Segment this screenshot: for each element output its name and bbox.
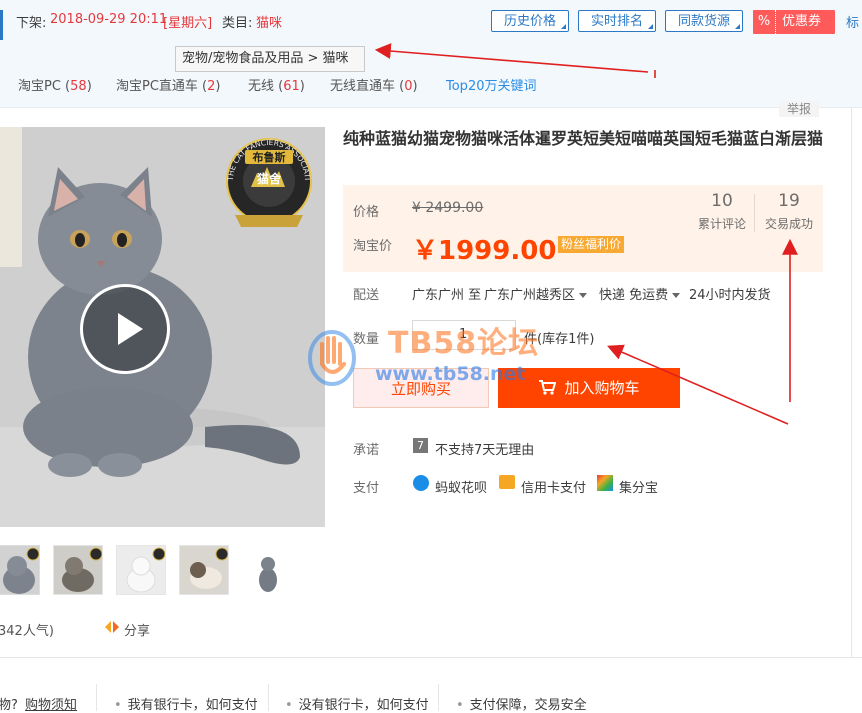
footer-link-payment-security[interactable]: • 支付保障，交易安全 [456, 694, 587, 713]
footer-separator [96, 684, 97, 711]
same-source-button[interactable]: 同款货源 [665, 10, 743, 32]
video-play-button[interactable] [80, 284, 170, 374]
chevron-down-icon [672, 293, 681, 298]
stat-wireless-ztc[interactable]: 无线直通车 (0) [330, 75, 418, 94]
left-accent-bar [0, 10, 3, 40]
delivery-to-select[interactable]: 广东广州越秀区 [484, 284, 588, 303]
badge-name-line2: 猫舍 [257, 171, 282, 186]
share-link[interactable]: 分享 [124, 620, 150, 639]
footer-link-without-card[interactable]: • 没有银行卡，如何支付 [285, 694, 429, 713]
cattery-badge: THE CAT FANCIERS'ASSOCIATION 布鲁斯 猫舍 [218, 130, 321, 232]
thumbnail-3[interactable] [116, 545, 166, 595]
footer-separator [268, 684, 269, 711]
jifenbao-icon [597, 475, 613, 491]
thumbnail-1[interactable] [0, 545, 40, 595]
history-price-button[interactable]: 历史价格 [491, 10, 569, 32]
stats-divider [754, 194, 755, 232]
delist-time: 2018-09-29 20:11 [50, 12, 168, 27]
stat-taobao-pc-ztc[interactable]: 淘宝PC直通车 (2) [116, 75, 221, 94]
price-label: 价格 [353, 205, 380, 220]
promise-text: 不支持7天无理由 [435, 443, 535, 458]
product-title: 纯种蓝猫幼猫宠物猫咪活体暹罗英短美短喵喵英国短毛猫蓝白渐层猫 [343, 129, 824, 148]
coupon-button[interactable]: % 优惠券 [753, 10, 835, 34]
stat-wireless[interactable]: 无线 (61) [248, 75, 305, 94]
footer-text-clipped: 物? [0, 698, 18, 713]
delist-day: [星期六] [163, 16, 213, 31]
sales-label[interactable]: 交易成功 [759, 215, 819, 232]
cattery-seal-icon: THE CAT FANCIERS'ASSOCIATION 布鲁斯 猫舍 [218, 130, 312, 227]
delivery-from: 广东广州 至 [412, 288, 482, 303]
watermark-hand-icon [308, 324, 356, 386]
quantity-label: 数量 [353, 332, 380, 347]
footer-separator [438, 684, 439, 711]
footer-divider [0, 657, 862, 658]
realtime-rank-button[interactable]: 实时排名 [578, 10, 656, 32]
add-cart-label: 加入购物车 [564, 379, 640, 397]
huabei-icon [413, 475, 429, 491]
footer-link-purchase-notice[interactable]: 购物须知 [25, 694, 77, 713]
thumbnail-4[interactable] [179, 545, 229, 595]
toolbar-edge-label[interactable]: 标 [846, 12, 859, 31]
taobao-price-label: 淘宝价 [353, 239, 393, 254]
top20-keywords-link[interactable]: Top20万关键词 [446, 75, 536, 94]
toolbar-divider [0, 107, 862, 108]
popularity-count: 342人气) [0, 624, 54, 639]
current-price: ￥1999.00 [412, 236, 557, 266]
payment-huabei[interactable]: 蚂蚁花呗 [435, 477, 487, 496]
delivery-label: 配送 [353, 288, 380, 303]
category-tooltip: 宠物/宠物食品及用品 > 猫咪 [175, 46, 365, 72]
play-icon [118, 313, 143, 345]
payment-credit-card[interactable]: 信用卡支付 [521, 477, 586, 496]
promise-label: 承诺 [353, 443, 380, 458]
category-value[interactable]: 猫咪 [256, 12, 282, 31]
share-icon[interactable] [104, 620, 120, 634]
percent-icon: % [753, 10, 776, 34]
watermark-url: www.tb58.net [375, 363, 526, 385]
footer-link-with-card[interactable]: • 我有银行卡，如何支付 [114, 694, 258, 713]
cart-icon [539, 380, 557, 395]
delist-label: 下架: [16, 16, 47, 31]
category-label: 类目: [222, 16, 253, 31]
chevron-down-icon [579, 293, 588, 298]
payment-jifenbao[interactable]: 集分宝 [619, 477, 658, 496]
ship-time: 24小时内发货 [689, 288, 771, 303]
badge-name-line1: 布鲁斯 [253, 150, 286, 164]
payment-label: 支付 [353, 481, 380, 496]
stat-taobao-pc[interactable]: 淘宝PC (58) [18, 75, 92, 94]
report-button[interactable]: 举报 [779, 101, 819, 117]
original-price: ¥ 2499.00 [412, 200, 484, 216]
review-label[interactable]: 累计评论 [692, 215, 752, 232]
seven-day-icon: 7 [413, 438, 428, 453]
credit-card-icon [499, 475, 515, 489]
sales-count[interactable]: 19 [759, 191, 819, 211]
express-select[interactable]: 快递 免运费 [599, 284, 681, 303]
watermark-text: TB58论坛 [388, 326, 540, 361]
coupon-label: 优惠券 [782, 14, 822, 29]
review-count[interactable]: 10 [692, 191, 752, 211]
thumbnail-5[interactable] [242, 545, 292, 595]
thumbnail-2[interactable] [53, 545, 103, 595]
promo-badge: 粉丝福利价 [558, 236, 625, 253]
content-right-border [851, 108, 852, 658]
